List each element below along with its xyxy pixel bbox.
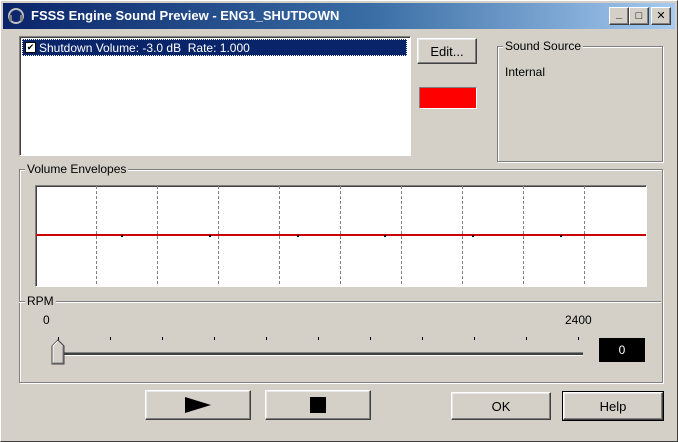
close-button[interactable]: ✕ bbox=[651, 7, 671, 25]
rpm-divider bbox=[19, 301, 661, 302]
envelope-svg bbox=[36, 186, 646, 286]
rpm-max-label: 2400 bbox=[565, 313, 592, 327]
sound-source-group bbox=[497, 46, 663, 162]
stop-icon bbox=[310, 397, 326, 413]
rpm-readout: 0 bbox=[599, 338, 645, 362]
edit-button-label: Edit... bbox=[430, 43, 464, 59]
rpm-tick bbox=[526, 337, 527, 340]
minimize-icon: _ bbox=[615, 7, 623, 20]
rpm-min-label: 0 bbox=[43, 313, 50, 327]
rpm-tick bbox=[578, 337, 579, 340]
volume-envelopes-title: Volume Envelopes bbox=[25, 162, 129, 176]
ok-button-label: OK bbox=[491, 398, 511, 414]
envelope-point bbox=[121, 235, 123, 237]
speaker-headphones-icon bbox=[8, 8, 24, 24]
minimize-button[interactable]: _ bbox=[609, 7, 629, 25]
rpm-tick bbox=[370, 337, 371, 340]
rpm-tick bbox=[422, 337, 423, 340]
color-swatch[interactable] bbox=[419, 87, 477, 109]
rpm-tick bbox=[162, 337, 163, 340]
maximize-icon: □ bbox=[635, 9, 643, 22]
rpm-tick bbox=[214, 337, 215, 340]
rpm-tick bbox=[110, 337, 111, 340]
play-icon bbox=[185, 397, 211, 413]
rpm-slider-track[interactable] bbox=[57, 352, 583, 356]
list-item-label: Shutdown Volume: -3.0 dB Rate: 1.000 bbox=[39, 40, 250, 55]
rpm-tick bbox=[266, 337, 267, 340]
rpm-readout-value: 0 bbox=[618, 343, 626, 357]
list-item[interactable]: ✔ Shutdown Volume: -3.0 dB Rate: 1.000 bbox=[22, 39, 407, 56]
envelope-point bbox=[297, 235, 299, 237]
app-window: FSSS Engine Sound Preview - ENG1_SHUTDOW… bbox=[0, 0, 678, 442]
title-bar[interactable]: FSSS Engine Sound Preview - ENG1_SHUTDOW… bbox=[3, 3, 675, 29]
list-item-checkbox[interactable]: ✔ bbox=[25, 42, 36, 53]
sound-source-title: Sound Source bbox=[503, 39, 584, 53]
help-button-label: Help bbox=[599, 398, 627, 414]
stop-button[interactable] bbox=[265, 390, 371, 420]
rpm-tick bbox=[474, 337, 475, 340]
rpm-tick bbox=[318, 337, 319, 340]
window-title: FSSS Engine Sound Preview - ENG1_SHUTDOW… bbox=[31, 8, 340, 23]
sound-listbox[interactable]: ✔ Shutdown Volume: -3.0 dB Rate: 1.000 bbox=[19, 36, 411, 156]
envelope-point bbox=[472, 235, 474, 237]
edit-button[interactable]: Edit... bbox=[417, 38, 477, 64]
maximize-button[interactable]: □ bbox=[629, 7, 649, 25]
close-icon: ✕ bbox=[656, 9, 666, 22]
play-button[interactable] bbox=[145, 390, 251, 420]
sound-source-value: Internal bbox=[505, 65, 546, 79]
envelope-graph[interactable] bbox=[35, 185, 647, 287]
envelope-point bbox=[560, 235, 562, 237]
rpm-title: RPM bbox=[25, 294, 56, 308]
envelope-point bbox=[209, 235, 211, 237]
ok-button[interactable]: OK bbox=[451, 392, 551, 420]
rpm-slider-thumb[interactable] bbox=[51, 339, 65, 365]
envelope-point bbox=[384, 235, 386, 237]
help-button[interactable]: Help bbox=[562, 391, 664, 421]
